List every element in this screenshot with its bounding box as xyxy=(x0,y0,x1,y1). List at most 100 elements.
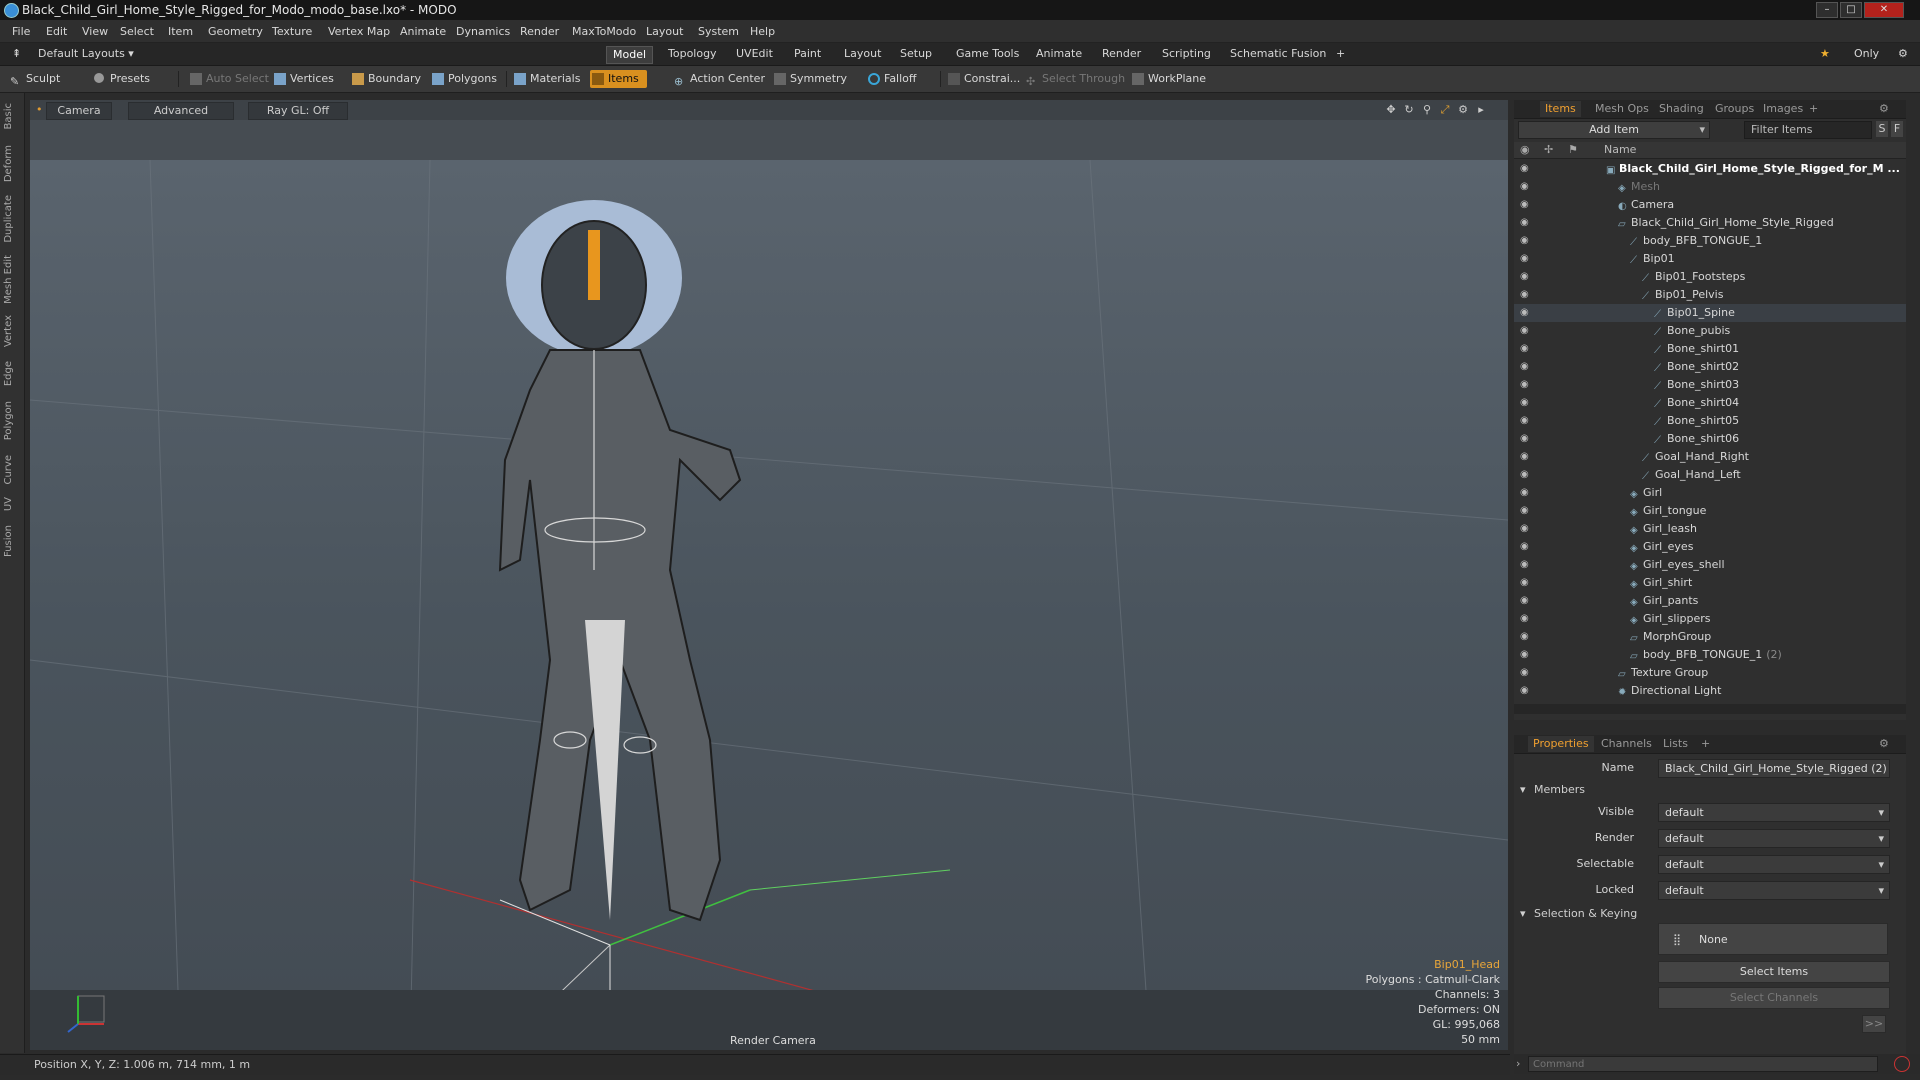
command-input[interactable] xyxy=(1528,1056,1878,1072)
tree-row[interactable]: ◉ ◈ Girl_slippers xyxy=(1514,610,1906,628)
only-toggle[interactable]: Only xyxy=(1848,46,1885,62)
visibility-eye-icon[interactable]: ◉ xyxy=(1520,506,1530,516)
visibility-eye-icon[interactable]: ◉ xyxy=(1520,398,1530,408)
3d-viewport[interactable] xyxy=(30,100,1508,1050)
vtab-fusion[interactable]: Fusion xyxy=(3,525,21,557)
panel-gear-icon[interactable]: ⚙ xyxy=(1874,101,1894,117)
visibility-eye-icon[interactable]: ◉ xyxy=(1520,416,1530,426)
tab-model[interactable]: Model xyxy=(606,46,654,64)
visibility-eye-icon[interactable]: ◉ xyxy=(1520,272,1530,282)
viewport-gear-icon[interactable]: ⚙ xyxy=(1456,102,1470,118)
add-tab-icon[interactable]: + xyxy=(1330,46,1351,62)
render-dropdown[interactable]: default xyxy=(1658,829,1890,848)
menu-vertex-map[interactable]: Vertex Map xyxy=(328,25,390,38)
visibility-eye-icon[interactable]: ◉ xyxy=(1520,344,1530,354)
materials-button[interactable]: Materials xyxy=(512,70,580,88)
visibility-eye-icon[interactable]: ◉ xyxy=(1520,452,1530,462)
menu-layout[interactable]: Layout xyxy=(646,25,683,38)
raygl-toggle[interactable]: Ray GL: Off xyxy=(248,102,348,120)
tree-row[interactable]: ◉ ◈ Girl_eyes xyxy=(1514,538,1906,556)
tab-scripting[interactable]: Scripting xyxy=(1156,46,1217,62)
visible-dropdown[interactable]: default xyxy=(1658,803,1890,822)
tab-layout[interactable]: Layout xyxy=(838,46,887,62)
tab-setup[interactable]: Setup xyxy=(894,46,938,62)
visibility-eye-icon[interactable]: ◉ xyxy=(1520,434,1530,444)
polygons-button[interactable]: Polygons xyxy=(430,70,497,88)
viewport-expand-icon[interactable]: ▸ xyxy=(1474,102,1488,118)
vtab-deform[interactable]: Deform xyxy=(3,145,21,182)
tree-row[interactable]: ◉ ◈ Girl_leash xyxy=(1514,520,1906,538)
vtab-uv[interactable]: UV xyxy=(3,497,21,511)
tree-row[interactable]: ◉ ⟋ Bip01_Footsteps xyxy=(1514,268,1906,286)
filter-items-input[interactable]: Filter Items xyxy=(1744,121,1872,139)
tree-row[interactable]: ◉ ◈ Girl_pants xyxy=(1514,592,1906,610)
maximize-button[interactable]: □ xyxy=(1840,2,1862,18)
boundary-button[interactable]: Boundary xyxy=(350,70,421,88)
tree-row[interactable]: ◉ ⟋ Bone_shirt05 xyxy=(1514,412,1906,430)
rotate-view-icon[interactable]: ↻ xyxy=(1402,102,1416,118)
select-through-button[interactable]: ✣ Select Through xyxy=(1024,70,1125,88)
tree-row[interactable]: ◉ ▱ Texture Group xyxy=(1514,664,1906,682)
keying-none-button[interactable]: ⣿ None xyxy=(1658,923,1888,955)
layout-pin-icon[interactable]: ⇞ xyxy=(6,46,27,62)
filter-f-button[interactable]: F xyxy=(1891,121,1903,137)
tree-row[interactable]: ◉ ◈ Girl_tongue xyxy=(1514,502,1906,520)
camera-view-dropdown[interactable]: Camera xyxy=(46,102,112,120)
tree-row[interactable]: ◉ ⟋ Bone_shirt03 xyxy=(1514,376,1906,394)
visibility-eye-icon[interactable]: ◉ xyxy=(1520,236,1530,246)
visibility-eye-icon[interactable]: ◉ xyxy=(1520,650,1530,660)
menu-dynamics[interactable]: Dynamics xyxy=(456,25,510,38)
visibility-eye-icon[interactable]: ◉ xyxy=(1520,164,1530,174)
tab-properties[interactable]: Properties xyxy=(1528,736,1594,752)
record-icon[interactable] xyxy=(1894,1056,1910,1072)
members-section-icon[interactable]: ▾ xyxy=(1520,783,1526,796)
visibility-eye-icon[interactable]: ◉ xyxy=(1520,542,1530,552)
add-panel-tab-icon[interactable]: + xyxy=(1804,101,1823,117)
vtab-vertex[interactable]: Vertex xyxy=(3,315,21,347)
visibility-eye-icon[interactable]: ◉ xyxy=(1520,362,1530,372)
tree-row[interactable]: ◉ ⟋ Bip01 xyxy=(1514,250,1906,268)
menu-item[interactable]: Item xyxy=(168,25,193,38)
vtab-mesh-edit[interactable]: Mesh Edit xyxy=(3,255,21,304)
gear-icon[interactable]: ⚙ xyxy=(1892,46,1914,62)
tab-render[interactable]: Render xyxy=(1096,46,1147,62)
visibility-eye-icon[interactable]: ◉ xyxy=(1520,668,1530,678)
tree-row[interactable]: ◉ ▱ MorphGroup xyxy=(1514,628,1906,646)
tab-lists[interactable]: Lists xyxy=(1658,736,1693,752)
tree-row[interactable]: ◉ ◈ Girl_shirt xyxy=(1514,574,1906,592)
workplane-button[interactable]: WorkPlane xyxy=(1130,70,1206,88)
name-column-header[interactable]: Name xyxy=(1604,142,1636,158)
falloff-button[interactable]: Falloff xyxy=(866,70,916,88)
menu-render[interactable]: Render xyxy=(520,25,559,38)
menu-view[interactable]: View xyxy=(82,25,108,38)
action-center-button[interactable]: ⊕ Action Center xyxy=(672,70,765,88)
tree-row[interactable]: ◉ ▣ Black_Child_Girl_Home_Style_Rigged_for… xyxy=(1514,160,1906,178)
tab-schematic-fusion[interactable]: Schematic Fusion xyxy=(1224,46,1332,62)
add-props-tab-icon[interactable]: + xyxy=(1696,736,1715,752)
close-button[interactable]: ✕ xyxy=(1864,2,1904,18)
tree-row[interactable]: ◉ ◈ Girl_eyes_shell xyxy=(1514,556,1906,574)
vtab-edge[interactable]: Edge xyxy=(3,361,21,386)
move-view-icon[interactable]: ✥ xyxy=(1384,102,1398,118)
search-s-button[interactable]: S xyxy=(1876,121,1888,137)
tree-row[interactable]: ◉ ▱ Black_Child_Girl_Home_Style_Rigged xyxy=(1514,214,1906,232)
visibility-eye-icon[interactable]: ◉ xyxy=(1520,308,1530,318)
visibility-eye-icon[interactable]: ◉ xyxy=(1520,380,1530,390)
visibility-eye-icon[interactable]: ◉ xyxy=(1520,488,1530,498)
visibility-eye-icon[interactable]: ◉ xyxy=(1520,524,1530,534)
visibility-eye-icon[interactable]: ◉ xyxy=(1520,686,1530,696)
vertices-button[interactable]: Vertices xyxy=(272,70,334,88)
tab-channels[interactable]: Channels xyxy=(1596,736,1657,752)
viewport-menu-dot[interactable]: • xyxy=(36,102,43,118)
tree-row[interactable]: ◉ ⟋ Bip01_Pelvis xyxy=(1514,286,1906,304)
constraints-button[interactable]: Constrai... xyxy=(946,70,1020,88)
tree-row[interactable]: ◉ ▱ body_BFB_TONGUE_1 (2) xyxy=(1514,646,1906,664)
tab-mesh-ops[interactable]: Mesh Ops xyxy=(1590,101,1654,117)
menu-animate[interactable]: Animate xyxy=(400,25,446,38)
visibility-eye-icon[interactable]: ◉ xyxy=(1520,596,1530,606)
visibility-eye-icon[interactable]: ◉ xyxy=(1520,470,1530,480)
sculpt-button[interactable]: ✎ Sculpt xyxy=(8,70,60,88)
visibility-eye-icon[interactable]: ◉ xyxy=(1520,182,1530,192)
visibility-eye-icon[interactable]: ◉ xyxy=(1520,578,1530,588)
tree-row[interactable]: ◉ ⟋ Goal_Hand_Left xyxy=(1514,466,1906,484)
